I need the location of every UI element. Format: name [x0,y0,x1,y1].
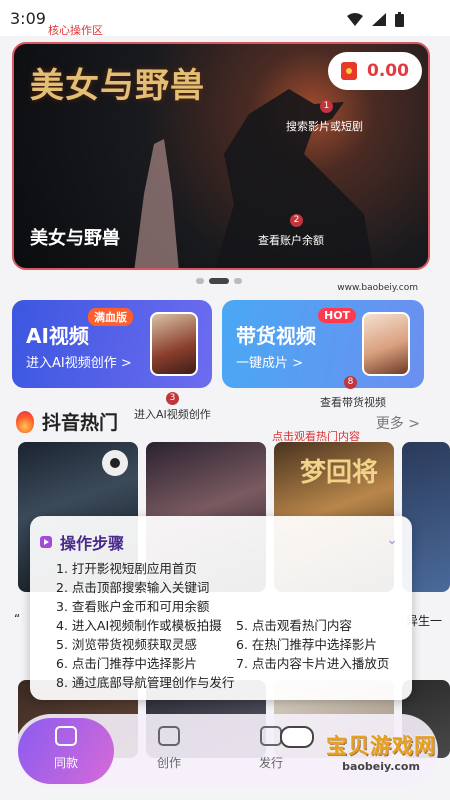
app-screen: 3:09 核心操作区 美女与野兽 美女与野兽 0.00 1 搜索影片或短剧 2 … [0,0,450,800]
site-watermark: 宝贝游戏网 baobeiy.com [280,726,436,773]
carousel-indicator [196,278,242,284]
send-icon [260,726,282,746]
annotation-core-area: 核心操作区 [48,24,103,37]
signal-icon [372,13,386,26]
step-item: 3. 查看账户金币和可用余额 [56,599,210,614]
annotation-balance: 查看账户余额 [258,234,324,247]
fire-icon [16,410,34,433]
goods-video-badge: HOT [318,308,357,323]
step-item: 5. 浏览带货视频获取灵感 [56,637,197,652]
ai-video-thumbnail [150,312,198,376]
hot-section-header: 抖音热门 [16,408,118,435]
soccer-ball-icon [102,450,128,476]
battery-icon [395,12,404,27]
goods-video-card[interactable]: 带货视频 HOT 一键成片 > [222,300,424,388]
annotation-ai-create: 进入AI视频创作 [134,408,211,421]
red-packet-icon [341,62,358,80]
wifi-icon [347,13,363,26]
chevron-down-icon[interactable]: ⌄ [386,532,398,548]
step-item: 4. 进入AI视频制作或模板拍摄 [56,618,222,633]
step-item: 7. 点击内容卡片进入播放页 [236,656,390,671]
annotation-search: 搜索影片或短剧 [286,120,363,133]
hot-section-title: 抖音热门 [42,412,119,434]
hero-caption: 美女与野兽 [30,228,120,249]
gamepad-icon [280,726,314,748]
goods-video-subtitle: 一键成片 > [236,356,304,371]
nav-label: 创作 [156,756,181,770]
more-link[interactable]: 更多 > [376,413,420,433]
steps-header: 操作步骤 [40,530,124,554]
hero-logo: 美女与野兽 [30,66,205,106]
step-item: 6. 点击门推荐中选择影片 [56,656,197,671]
ai-video-badge: 满血版 [88,308,133,326]
steps-overlay: 操作步骤 ⌄ 1. 打开影视短剧应用首页 2. 点击顶部搜索输入关键词 3. 查… [30,516,412,700]
annotation-badge-8: 8 [344,376,357,389]
play-icon [40,536,52,548]
step-item: 2. 点击顶部搜索输入关键词 [56,580,210,595]
goods-video-thumbnail [362,312,410,376]
nav-item-create[interactable]: 创作 [134,726,204,771]
nav-label: 发行 [258,756,283,770]
video-camera-icon [158,726,180,746]
cut-off-title-left: “ [14,612,21,626]
status-time: 3:09 [10,9,46,28]
annotation-badge-1: 1 [320,100,333,113]
annotation-goods: 查看带货视频 [320,396,386,409]
watermark-url: baobeiy.com [342,760,420,773]
nav-item-tongkuan[interactable]: 同款 [31,726,101,771]
step-item: 5. 点击观看热门内容 [236,618,352,633]
step-item: 1. 打开影视短剧应用首页 [56,561,197,576]
annotation-badge-2: 2 [290,214,303,227]
hot-poster-3-title: 梦回将 [300,458,379,488]
ai-video-card[interactable]: AI视频 满血版 进入AI视频创作 > [12,300,212,388]
steps-title: 操作步骤 [60,534,125,553]
status-icons [347,12,404,27]
step-item: 6. 在热门推荐中选择影片 [236,637,377,652]
step-item: 8. 通过底部导航管理创作与发行 [56,675,235,690]
ai-video-title: AI视频 [26,324,89,348]
watermark-title: 宝贝游戏网 [326,734,436,758]
hero-banner[interactable]: 美女与野兽 美女与野兽 0.00 1 搜索影片或短剧 2 查看账户余额 [12,42,430,270]
annotation-badge-3: 3 [166,392,179,405]
goods-video-title: 带货视频 [236,324,316,348]
coin-balance-button[interactable]: 0.00 [328,52,422,90]
url-watermark: www.baobeiy.com [337,283,418,293]
ai-video-subtitle: 进入AI视频创作 > [26,356,132,371]
template-icon [55,726,77,746]
coin-balance-value: 0.00 [367,61,409,81]
nav-label: 同款 [53,756,78,770]
